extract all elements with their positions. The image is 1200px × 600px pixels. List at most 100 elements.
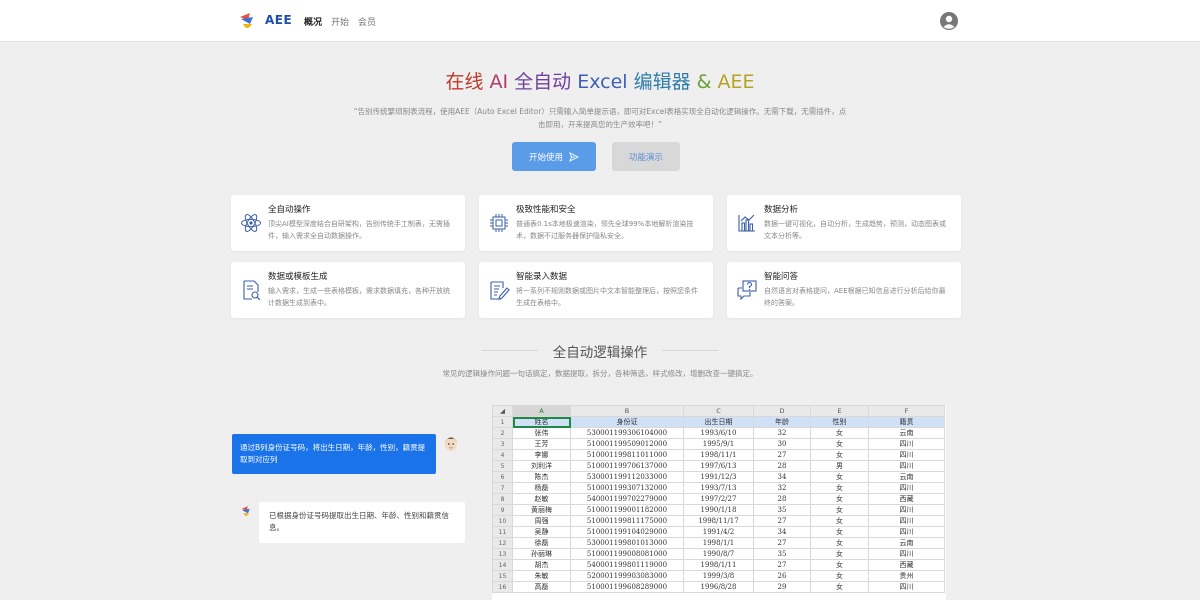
row-number[interactable]: 5	[492, 460, 513, 472]
table-cell[interactable]: 云南	[868, 427, 945, 439]
table-cell[interactable]: 27	[753, 515, 811, 527]
table-cell[interactable]: 周强	[512, 515, 571, 527]
table-cell[interactable]: 34	[753, 526, 811, 538]
table-cell[interactable]: 1998/11/1	[683, 449, 754, 461]
row-number[interactable]: 2	[492, 427, 513, 439]
spreadsheet-preview[interactable]: ◢ A B C D E F 1 姓名 身份证 出生日期 年龄 性别 籍贯 2 张伟 5300011…	[492, 405, 946, 600]
table-cell[interactable]: 510001199509012000	[570, 438, 684, 450]
row-number[interactable]: 4	[492, 449, 513, 461]
table-cell[interactable]: 赵敏	[512, 493, 571, 505]
table-cell[interactable]: 540001199801119000	[570, 559, 684, 571]
table-cell[interactable]: 530001199306104000	[570, 427, 684, 439]
row-number[interactable]: 3	[492, 438, 513, 450]
table-cell[interactable]: 28	[753, 460, 811, 472]
table-cell[interactable]: 510001199001182000	[570, 504, 684, 516]
table-cell[interactable]: 四川	[868, 460, 945, 472]
user-avatar-icon[interactable]	[940, 12, 958, 30]
table-cell[interactable]: 黄丽梅	[512, 504, 571, 516]
row-number[interactable]: 15	[492, 570, 513, 582]
feature-card-performance[interactable]: 极致性能和安全 普通表0.1s本地极速渲染，领先全球99%本地解析渲染技术，数据…	[479, 195, 713, 251]
row-number[interactable]: 7	[492, 482, 513, 494]
table-cell[interactable]: 1995/9/1	[683, 438, 754, 450]
row-number[interactable]: 1	[492, 416, 513, 428]
table-cell[interactable]: 1998/1/11	[683, 559, 754, 571]
column-header[interactable]: D	[753, 405, 811, 417]
table-cell[interactable]: 四川	[868, 526, 945, 538]
brand-name[interactable]: AEE	[265, 13, 292, 27]
table-cell[interactable]: 1999/3/8	[683, 570, 754, 582]
table-cell[interactable]: 女	[810, 526, 869, 538]
column-header[interactable]: F	[868, 405, 945, 417]
table-cell[interactable]: 出生日期	[683, 416, 754, 428]
table-cell[interactable]: 27	[753, 537, 811, 549]
row-number[interactable]: 10	[492, 515, 513, 527]
table-cell[interactable]: 云南	[868, 537, 945, 549]
row-number[interactable]: 6	[492, 471, 513, 483]
table-cell[interactable]: 女	[810, 537, 869, 549]
table-cell[interactable]: 530001199801013000	[570, 537, 684, 549]
nav-link-membership[interactable]: 会员	[358, 15, 376, 28]
table-cell[interactable]: 35	[753, 548, 811, 560]
table-cell[interactable]: 四川	[868, 482, 945, 494]
table-cell[interactable]: 朱敏	[512, 570, 571, 582]
table-cell[interactable]: 西藏	[868, 493, 945, 505]
table-cell[interactable]: 姓名	[512, 416, 571, 428]
row-number[interactable]: 11	[492, 526, 513, 538]
table-cell[interactable]: 年龄	[753, 416, 811, 428]
table-cell[interactable]: 510001199706137000	[570, 460, 684, 472]
table-cell[interactable]: 28	[753, 493, 811, 505]
table-cell[interactable]: 520001199903083000	[570, 570, 684, 582]
table-cell[interactable]: 四川	[868, 438, 945, 450]
table-cell[interactable]: 王芳	[512, 438, 571, 450]
table-cell[interactable]: 徐磊	[512, 537, 571, 549]
table-cell[interactable]: 27	[753, 559, 811, 571]
table-cell[interactable]: 510001199307132000	[570, 482, 684, 494]
table-cell[interactable]: 女	[810, 427, 869, 439]
table-cell[interactable]: 四川	[868, 515, 945, 527]
table-cell[interactable]: 女	[810, 438, 869, 450]
table-cell[interactable]: 510001199608289000	[570, 581, 684, 593]
table-cell[interactable]: 530001199112033000	[570, 471, 684, 483]
column-header[interactable]: C	[683, 405, 754, 417]
table-cell[interactable]: 1993/6/10	[683, 427, 754, 439]
row-number[interactable]: 12	[492, 537, 513, 549]
table-cell[interactable]: 30	[753, 438, 811, 450]
table-cell[interactable]: 1990/1/18	[683, 504, 754, 516]
table-cell[interactable]: 籍贯	[868, 416, 945, 428]
table-cell[interactable]: 性别	[810, 416, 869, 428]
table-cell[interactable]: 男	[810, 460, 869, 472]
table-cell[interactable]: 32	[753, 427, 811, 439]
feature-card-automation[interactable]: 全自动操作 顶尖AI模型深度结合自研架构，告别传统手工制表，无需插件，输入需求全…	[231, 195, 465, 251]
feature-card-input[interactable]: 智能录入数据 将一系列不规则数据或图片中文本智能整理后，按照您条件生成在表格中。	[479, 262, 713, 318]
row-number[interactable]: 16	[492, 581, 513, 593]
table-cell[interactable]: 胡杰	[512, 559, 571, 571]
table-cell[interactable]: 女	[810, 559, 869, 571]
table-cell[interactable]: 1997/6/13	[683, 460, 754, 472]
table-cell[interactable]: 510001199811011000	[570, 449, 684, 461]
row-number[interactable]: 8	[492, 493, 513, 505]
aee-logo-icon[interactable]	[238, 11, 256, 33]
table-cell[interactable]: 刘利洋	[512, 460, 571, 472]
table-cell[interactable]: 女	[810, 493, 869, 505]
table-cell[interactable]: 1997/2/27	[683, 493, 754, 505]
select-all-corner[interactable]: ◢	[492, 405, 513, 417]
nav-link-overview[interactable]: 概况	[304, 15, 322, 28]
row-number[interactable]: 9	[492, 504, 513, 516]
table-cell[interactable]: 女	[810, 581, 869, 593]
table-cell[interactable]: 26	[753, 570, 811, 582]
table-cell[interactable]: 1993/7/13	[683, 482, 754, 494]
table-cell[interactable]: 510001199104029000	[570, 526, 684, 538]
table-cell[interactable]: 510001199008081000	[570, 548, 684, 560]
table-cell[interactable]: 四川	[868, 504, 945, 516]
table-cell[interactable]: 吴静	[512, 526, 571, 538]
table-cell[interactable]: 四川	[868, 548, 945, 560]
table-cell[interactable]: 孙丽琳	[512, 548, 571, 560]
table-cell[interactable]: 1991/12/3	[683, 471, 754, 483]
start-button[interactable]: 开始使用	[512, 142, 596, 171]
table-cell[interactable]: 1998/1/1	[683, 537, 754, 549]
table-cell[interactable]: 1996/8/28	[683, 581, 754, 593]
row-number[interactable]: 14	[492, 559, 513, 571]
feature-card-template[interactable]: 数据或模板生成 输入需求，生成一些表格模板，需求数据填充，各种开放统计数据生成到…	[231, 262, 465, 318]
row-number[interactable]: 13	[492, 548, 513, 560]
feature-card-analysis[interactable]: 数据分析 数据一键可视化，自动分析，生成趋势，预测，动态图表或文本分析等。	[727, 195, 961, 251]
